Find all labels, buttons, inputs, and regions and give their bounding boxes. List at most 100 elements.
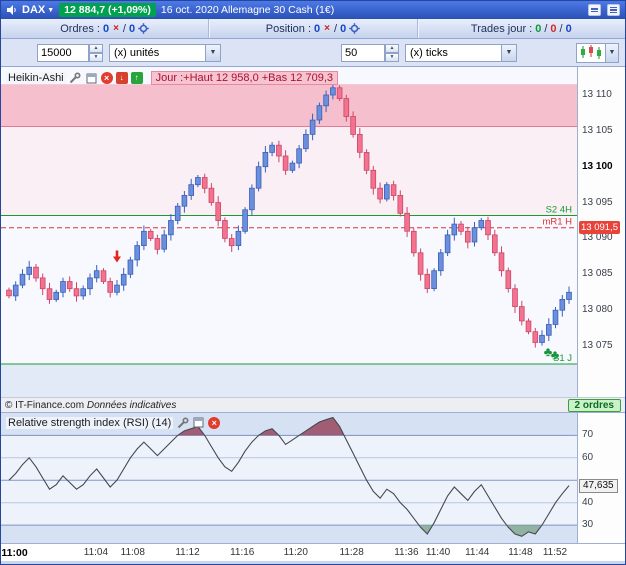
candle <box>107 281 114 293</box>
candle <box>512 288 518 307</box>
time-axis-label: 11:28 <box>339 547 364 558</box>
separator: / <box>559 22 563 35</box>
gear-icon[interactable] <box>138 23 149 34</box>
candle <box>491 234 498 254</box>
window-icon[interactable] <box>588 4 601 16</box>
quantity-decrement-button[interactable]: ▼ <box>89 52 103 62</box>
candle <box>282 155 289 171</box>
time-axis[interactable]: 11:00 11:04 11:08 11:12 11:16 11:20 11:28 11:36… <box>1 543 625 561</box>
gear-icon[interactable] <box>349 23 360 34</box>
candle <box>532 331 539 343</box>
wrench-icon[interactable] <box>69 72 82 85</box>
candle <box>296 148 302 164</box>
candle <box>478 220 485 229</box>
chart-style-dropdown-button[interactable]: ▼ <box>606 42 619 63</box>
time-axis-label: 11:44 <box>465 547 490 558</box>
tick-count-stepper: ▲ ▼ <box>385 43 399 62</box>
time-axis-label: 11:16 <box>230 547 255 558</box>
quantity-unit-select[interactable]: (x) unités ▼ <box>109 43 221 62</box>
instrument-name: DAX <box>22 4 46 16</box>
close-position-icon[interactable]: × <box>323 23 331 34</box>
trades-label: Trades jour : <box>470 22 533 35</box>
order-controls-bar: ▲ ▼ (x) unités ▼ ▲ ▼ (x) ticks ▼ <box>1 39 625 67</box>
move-up-button[interactable]: ↑ <box>130 72 143 84</box>
candle <box>309 119 316 135</box>
price-axis[interactable]: 13 110 13 105 13 100 13 095 13 090 13 085 13 0… <box>577 67 625 543</box>
window-copy-icon[interactable] <box>85 72 98 85</box>
time-axis-label: 11:12 <box>175 547 200 558</box>
candle <box>93 270 100 279</box>
quantity-increment-button[interactable]: ▲ <box>89 43 103 53</box>
instrument-selector[interactable]: DAX ▼ <box>22 4 54 16</box>
price-axis-label: 13 110 <box>582 88 612 100</box>
rsi-axis-label: 30 <box>582 519 594 531</box>
wrench-icon[interactable] <box>176 416 189 429</box>
price-axis-label: 13 080 <box>582 304 613 316</box>
chevron-down-icon: ▼ <box>47 6 55 14</box>
candle <box>235 230 242 247</box>
candle <box>242 209 248 232</box>
rsi-axis-label: 60 <box>582 451 594 463</box>
window-copy-icon[interactable] <box>192 416 205 429</box>
candle <box>12 284 19 297</box>
rsi-indicator-header: Relative strength index (RSI) (14) × <box>6 416 221 429</box>
position-label: Position : <box>265 22 312 35</box>
candle <box>397 194 404 214</box>
move-down-button[interactable]: ↓ <box>115 72 128 84</box>
indicator-title[interactable]: Heikin-Ashi <box>6 72 66 84</box>
close-icon[interactable]: × <box>100 72 113 84</box>
candlestick-icon <box>581 44 601 59</box>
candle <box>39 277 46 290</box>
time-axis-label: 11:40 <box>425 547 451 558</box>
main-indicator-header: Heikin-Ashi × ↓ ↑ Jour :+Haut 12 958,0 +… <box>6 71 338 85</box>
price-level-badge: 13 091,5 <box>579 220 620 234</box>
tick-unit-select[interactable]: (x) ticks ▼ <box>405 43 517 62</box>
tick-count-field: ▲ ▼ <box>341 43 399 62</box>
window-bottom-edge <box>1 561 625 564</box>
cancel-orders-icon[interactable]: × <box>112 23 120 34</box>
chart-style-button[interactable] <box>576 42 606 63</box>
orders-label: Ordres : <box>60 22 100 35</box>
list-icon[interactable] <box>607 4 620 16</box>
order-clover-marker[interactable]: ♣♣ <box>544 344 560 362</box>
candle <box>498 252 505 272</box>
tick-increment-button[interactable]: ▲ <box>385 43 399 53</box>
candle <box>343 98 350 117</box>
trades-won-count: 0 <box>535 22 542 35</box>
main-price-chart[interactable]: S2 4HmR1 HS1 J♣♣ <box>1 67 577 397</box>
speaker-icon[interactable] <box>6 4 17 16</box>
candle <box>458 223 464 232</box>
time-axis-label: 11:00 <box>1 547 28 559</box>
candle <box>87 277 93 290</box>
candle <box>552 309 559 325</box>
day-high-low-label[interactable]: Jour :+Haut 12 958,0 +Bas 12 709,3 <box>150 71 338 85</box>
candle <box>120 273 127 286</box>
candle <box>60 281 66 293</box>
rsi-chart[interactable] <box>1 413 577 543</box>
price-axis-label: 13 100 <box>582 160 613 172</box>
time-axis-label: 11:52 <box>542 547 568 558</box>
candle <box>437 252 444 272</box>
tick-count-input[interactable] <box>341 43 385 62</box>
candle <box>6 289 12 297</box>
candle <box>188 184 195 196</box>
last-price-badge: 12 884,7 (+1,09%) <box>59 3 156 17</box>
level-label: mR1 H <box>542 217 572 228</box>
separator: / <box>544 22 548 35</box>
candle <box>525 320 532 333</box>
candle <box>114 284 120 293</box>
quantity-unit-value: (x) unités <box>114 46 160 59</box>
candle <box>154 238 161 250</box>
close-icon[interactable]: × <box>208 416 221 429</box>
time-axis-label: 11:20 <box>283 547 308 558</box>
orders-working-count: 0 <box>102 22 110 35</box>
rsi-title[interactable]: Relative strength index (RSI) (14) <box>6 416 174 429</box>
quantity-input[interactable] <box>37 43 89 62</box>
candle <box>316 105 323 121</box>
orders-count-badge[interactable]: 2 ordres <box>567 398 621 412</box>
candle <box>255 166 262 189</box>
candle <box>444 234 451 254</box>
tick-decrement-button[interactable]: ▼ <box>385 52 399 62</box>
title-bar: DAX ▼ 12 884,7 (+1,09%) 16 oct. 2020 All… <box>1 1 625 19</box>
price-axis-label: 13 075 <box>582 340 613 352</box>
